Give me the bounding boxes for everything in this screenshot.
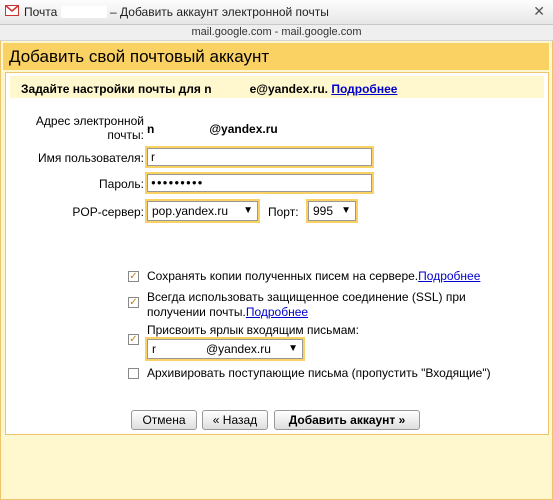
label-select-suffix: @yandex.ru <box>206 342 271 356</box>
close-icon[interactable]: ✕ <box>533 3 545 20</box>
redacted-block <box>60 6 107 18</box>
ssl-option: Всегда использовать защищенное соединени… <box>147 290 517 320</box>
pop-server-select[interactable]: pop.yandex.ru ▼ <box>147 201 258 221</box>
window-title-suffix: – Добавить аккаунт электронной почты <box>110 5 329 19</box>
port-value: 995 <box>313 204 334 218</box>
pop-server-label: POP-сервер: <box>72 205 144 219</box>
cancel-button[interactable]: Отмена <box>131 410 197 430</box>
keep-copies-option: Сохранять копии полученных писем на серв… <box>147 269 527 283</box>
pop-server-value: pop.yandex.ru <box>152 204 229 218</box>
chevron-down-icon: ▼ <box>288 343 298 354</box>
email-label: Адрес электронной почты: <box>35 114 144 142</box>
port-label: Порт: <box>268 205 299 219</box>
settings-card: Задайте настройки почты для n e@yandex.ru… <box>5 72 549 435</box>
label-select-prefix: r <box>152 342 156 356</box>
username-input[interactable]: r <box>147 148 372 166</box>
window-titlebar: Почта – Добавить аккаунт электронной поч… <box>0 0 553 25</box>
keep-copies-label: Сохранять копии полученных писем на серв… <box>147 269 419 283</box>
redacted-block <box>211 81 250 93</box>
window-title-prefix: Почта <box>24 5 58 19</box>
chevron-down-icon: ▼ <box>243 205 253 216</box>
subtitle-suffix: e@yandex.ru. <box>249 82 328 96</box>
gmail-icon <box>5 5 19 16</box>
url-bar: mail.google.com - mail.google.com <box>0 25 553 41</box>
password-label: Пароль: <box>99 177 144 191</box>
apply-label-text: Присвоить ярлык входящим письмам: <box>147 323 359 337</box>
archive-label: Архивировать поступающие письма (пропуст… <box>147 366 491 380</box>
window-title: Почта – Добавить аккаунт электронной поч… <box>24 5 329 19</box>
archive-checkbox[interactable] <box>128 368 139 379</box>
chevron-down-icon: ▼ <box>341 205 351 216</box>
redacted-block <box>154 121 210 133</box>
dialog-header: Добавить свой почтовый аккаунт <box>3 43 549 70</box>
add-account-button[interactable]: Добавить аккаунт » <box>274 410 420 430</box>
username-label: Имя пользователя: <box>37 151 144 165</box>
password-input[interactable]: ●●●●●●●●● <box>147 174 372 192</box>
label-select[interactable]: r @yandex.ru ▼ <box>147 339 303 359</box>
ssl-more-link[interactable]: Подробнее <box>246 305 308 319</box>
dialog: Добавить свой почтовый аккаунт Задайте н… <box>0 41 553 500</box>
subtitle-more-link[interactable]: Подробнее <box>331 82 397 96</box>
email-value: n @yandex.ru <box>147 121 278 136</box>
port-select[interactable]: 995 ▼ <box>308 201 356 221</box>
ssl-checkbox[interactable]: ✓ <box>128 297 139 308</box>
back-button[interactable]: « Назад <box>202 410 268 430</box>
email-suffix: @yandex.ru <box>209 122 278 136</box>
subtitle-prefix: Задайте настройки почты для n <box>21 82 212 96</box>
keep-copies-checkbox[interactable]: ✓ <box>128 271 139 282</box>
keep-copies-more-link[interactable]: Подробнее <box>418 269 480 283</box>
subtitle: Задайте настройки почты для n e@yandex.ru… <box>21 81 397 96</box>
subtitle-bar: Задайте настройки почты для n e@yandex.ru… <box>10 76 544 98</box>
email-prefix: n <box>147 122 155 136</box>
dialog-heading: Добавить свой почтовый аккаунт <box>9 47 270 66</box>
apply-label-checkbox[interactable]: ✓ <box>128 334 139 345</box>
